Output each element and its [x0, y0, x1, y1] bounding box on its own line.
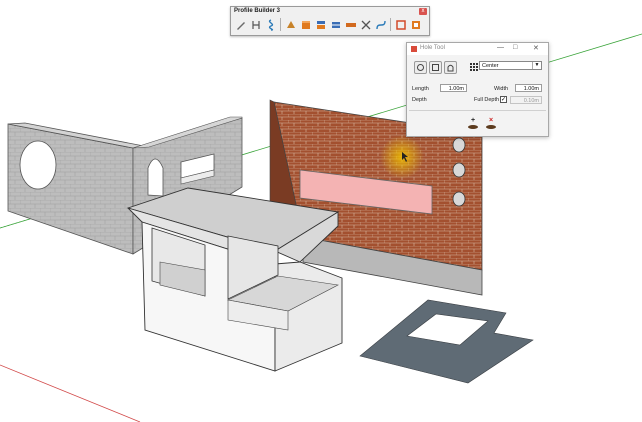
floor-plate[interactable] — [359, 299, 534, 384]
circle-icon — [417, 64, 424, 71]
swirl-icon[interactable] — [264, 18, 277, 32]
full-depth-label: Full Depth — [474, 97, 500, 103]
shelf-icon[interactable] — [329, 18, 342, 32]
dialog-title: Hole Tool — [420, 45, 445, 51]
rectangle-hole-button[interactable] — [429, 61, 442, 74]
add-hole-button[interactable]: + — [467, 117, 479, 129]
toolbar-button-row — [234, 18, 422, 33]
toolbar-close-button[interactable]: x — [419, 8, 427, 15]
length-label: Length — [412, 86, 429, 92]
width-field[interactable]: 1.00m — [515, 84, 542, 92]
plus-icon: + — [470, 117, 476, 124]
close-icon[interactable]: ✕ — [533, 44, 539, 52]
curve-icon[interactable] — [374, 18, 387, 32]
alignment-grid-icon — [470, 63, 478, 71]
window-icon[interactable] — [409, 18, 422, 32]
dialog-divider — [409, 110, 546, 111]
checkmark-icon: ✓ — [501, 97, 507, 103]
arch-hole-button[interactable] — [444, 61, 457, 74]
depth-field[interactable]: 0.10m — [510, 96, 542, 104]
pencil-icon[interactable] — [234, 18, 247, 32]
tape-icon[interactable] — [344, 18, 357, 32]
toolbar-title: Profile Builder 3 — [234, 8, 281, 14]
toolbar-separator — [280, 18, 281, 31]
alignment-select-value: Center — [482, 63, 499, 69]
white-slab-block[interactable] — [126, 187, 343, 372]
toolbar-separator — [390, 18, 391, 31]
hole-icon — [486, 125, 496, 129]
circle-hole-button[interactable] — [414, 61, 427, 74]
frame-icon[interactable] — [394, 18, 407, 32]
maximize-icon[interactable]: □ — [513, 44, 517, 51]
length-field[interactable]: 1.00m — [440, 84, 467, 92]
stack-icon[interactable] — [314, 18, 327, 32]
rectangle-icon — [432, 64, 439, 71]
dialog-titlebar[interactable]: Hole Tool — □ ✕ — [407, 43, 548, 55]
hole-icon — [468, 125, 478, 129]
full-depth-checkbox[interactable]: ✓ — [500, 96, 507, 103]
scissors-icon[interactable] — [359, 18, 372, 32]
profile-builder-toolbar[interactable]: Profile Builder 3 x — [230, 6, 430, 36]
dialog-body: Center ▼ Length 1.00m Width 1.00m Depth … — [407, 55, 548, 136]
measure-icon[interactable] — [249, 18, 262, 32]
alignment-select[interactable]: Center ▼ — [479, 61, 542, 70]
app-icon — [411, 46, 417, 52]
minimize-icon[interactable]: — — [497, 44, 504, 51]
red-axis — [0, 364, 141, 422]
depth-label: Depth — [412, 97, 427, 103]
arch-icon — [447, 64, 454, 72]
chevron-down-icon: ▼ — [532, 62, 541, 69]
hole-tool-dialog[interactable]: Hole Tool — □ ✕ Center ▼ Length 1.00m Wi… — [406, 42, 549, 137]
box-icon[interactable] — [299, 18, 312, 32]
remove-icon: × — [488, 117, 494, 124]
remove-hole-button[interactable]: × — [485, 117, 497, 129]
width-label: Width — [494, 86, 509, 92]
paint-icon[interactable] — [284, 18, 297, 32]
